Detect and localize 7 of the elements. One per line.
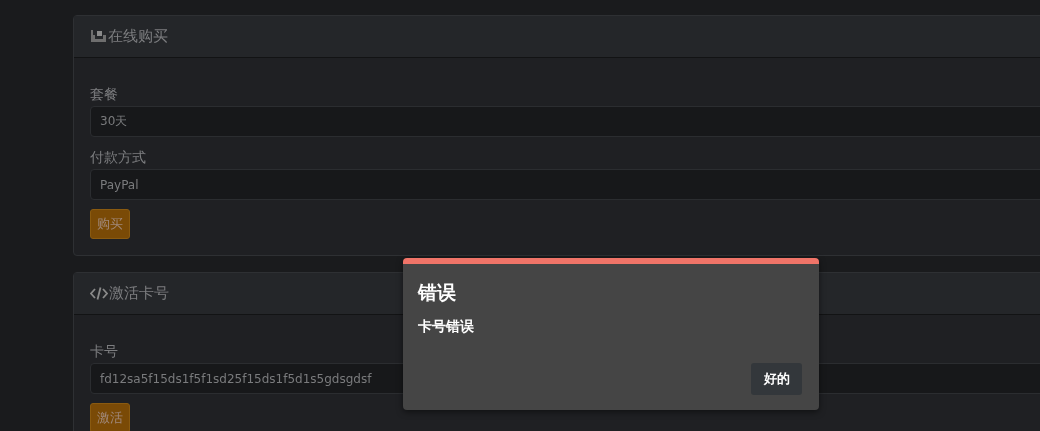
field-label: 套餐 — [90, 85, 118, 104]
card-title: 在线购买 — [108, 27, 168, 46]
field-label: 付款方式 — [90, 148, 146, 167]
field-label: 卡号 — [90, 342, 118, 361]
card-title: 激活卡号 — [109, 284, 169, 303]
dialog-message: 卡号错误 — [418, 318, 474, 336]
dialog-title: 错误 — [418, 280, 456, 305]
